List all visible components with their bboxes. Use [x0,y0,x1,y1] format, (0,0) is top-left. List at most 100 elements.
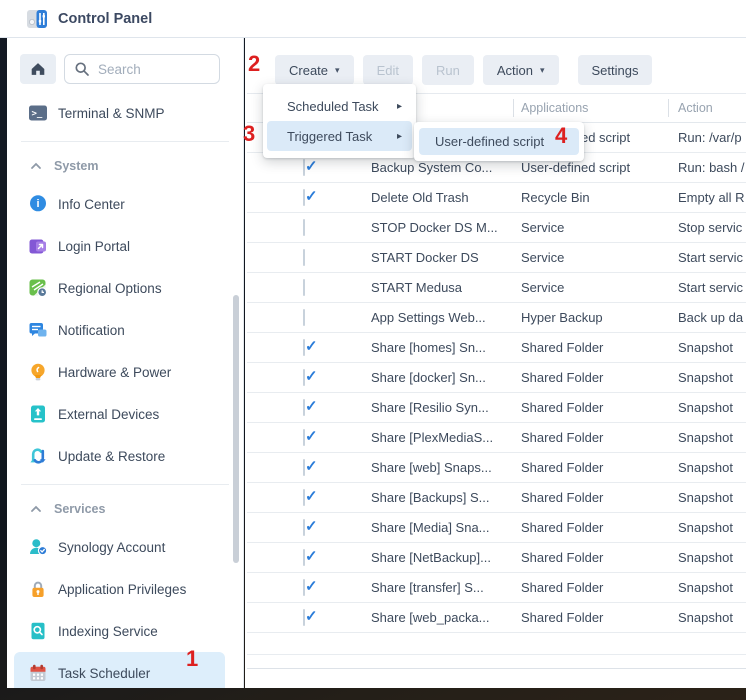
row-checkbox[interactable] [303,279,305,296]
task-name-cell: Share [docker] Sn... [347,370,513,385]
settings-button[interactable]: Settings [578,55,653,85]
table-row[interactable]: ✓ Share [Resilio Syn... Shared Folder Sn… [247,393,746,423]
task-action-cell: Snapshot [668,490,746,505]
row-checkbox[interactable]: ✓ [303,339,305,356]
task-app-cell: Shared Folder [513,490,668,505]
task-app-cell: User-defined script [513,160,668,175]
table-row[interactable]: ✓ Share [web] Snaps... Shared Folder Sna… [247,453,746,483]
task-app-cell: Service [513,250,668,265]
column-header-action[interactable]: Action [668,94,746,122]
sidebar-item-regional-options[interactable]: Regional Options [14,267,225,309]
task-action-cell: Snapshot [668,430,746,445]
sidebar-item-terminal-snmp[interactable]: >_ Terminal & SNMP [14,92,225,134]
table-row[interactable]: ✓ Share [docker] Sn... Shared Folder Sna… [247,363,746,393]
task-app-cell: Shared Folder [513,340,668,355]
row-checkbox[interactable]: ✓ [303,579,305,596]
column-header-applications[interactable]: Applications [513,94,668,122]
task-app-cell: Shared Folder [513,550,668,565]
sidebar-item-external-devices[interactable]: External Devices [14,393,225,435]
home-button[interactable] [20,54,56,84]
row-checkbox[interactable]: ✓ [303,189,305,206]
sidebar: >_ Terminal & SNMP System i Info Center … [7,38,244,688]
task-name-cell: Share [NetBackup]... [347,550,513,565]
caret-down-icon: ▾ [335,65,340,76]
check-icon: ✓ [305,517,318,535]
action-button[interactable]: Action ▾ [483,55,559,85]
sidebar-scrollbar-thumb[interactable] [233,295,239,563]
sidebar-item-label: Update & Restore [58,449,165,464]
table-row[interactable]: ✓ Share [Media] Sna... Shared Folder Sna… [247,513,746,543]
sidebar-item-login-portal[interactable]: Login Portal [14,225,225,267]
table-row[interactable]: ✓ Share [Backups] S... Shared Folder Sna… [247,483,746,513]
row-checkbox[interactable]: ✓ [303,159,305,176]
table-row[interactable]: ✓ Share [NetBackup]... Shared Folder Sna… [247,543,746,573]
task-table-body: ✓ User-defined script Run: /var/p ✓ Back… [247,123,746,633]
task-name-cell: Backup System Co... [347,160,513,175]
check-icon: ✓ [305,427,318,445]
table-row[interactable]: App Settings Web... Hyper Backup Back up… [247,303,746,333]
menu-item-label: Triggered Task [287,129,372,144]
sidebar-item-synology-account[interactable]: Synology Account [14,526,225,568]
task-action-cell: Snapshot [668,520,746,535]
check-icon: ✓ [305,577,318,595]
table-row[interactable]: ✓ Share [homes] Sn... Shared Folder Snap… [247,333,746,363]
sidebar-section-system[interactable]: System [7,149,243,183]
search-input[interactable] [96,61,210,78]
sidebar-item-label: Notification [58,323,125,338]
table-row[interactable]: ✓ Delete Old Trash Recycle Bin Empty all… [247,183,746,213]
sidebar-item-label: Hardware & Power [58,365,171,380]
row-checkbox[interactable]: ✓ [303,609,305,626]
table-row[interactable]: ✓ Share [web_packa... Shared Folder Snap… [247,603,746,633]
menu-item-label: User-defined script [435,134,544,149]
section-label: System [54,159,98,173]
task-action-cell: Snapshot [668,460,746,475]
row-checkbox[interactable] [303,219,305,236]
row-checkbox[interactable]: ✓ [303,399,305,416]
task-app-cell: Shared Folder [513,400,668,415]
row-checkbox[interactable]: ✓ [303,369,305,386]
sidebar-item-label: Synology Account [58,540,165,555]
table-row[interactable]: ✓ Share [transfer] S... Shared Folder Sn… [247,573,746,603]
sidebar-item-update-restore[interactable]: Update & Restore [14,435,225,477]
task-action-cell: Empty all R [668,190,746,205]
lightbulb-icon [28,362,48,382]
sidebar-item-application-privileges[interactable]: Application Privileges [14,568,225,610]
step-annotation-2: 2 [248,53,260,75]
task-app-cell: Service [513,220,668,235]
account-icon [28,537,48,557]
row-checkbox[interactable] [303,249,305,266]
table-row[interactable]: STOP Docker DS M... Service Stop servic [247,213,746,243]
table-row[interactable]: START Docker DS Service Start servic [247,243,746,273]
sidebar-item-notification[interactable]: Notification [14,309,225,351]
create-button[interactable]: Create ▾ [275,55,354,85]
sidebar-item-hardware-power[interactable]: Hardware & Power [14,351,225,393]
search-box[interactable] [64,54,220,84]
menu-item-scheduled-task[interactable]: Scheduled Task ▸ [267,91,412,121]
row-checkbox[interactable]: ✓ [303,489,305,506]
empty-row [247,655,746,669]
task-name-cell: App Settings Web... [347,310,513,325]
caret-down-icon: ▾ [540,65,545,76]
settings-button-label: Settings [592,63,639,78]
sidebar-item-label: Terminal & SNMP [58,106,165,121]
empty-row [247,633,746,655]
create-dropdown-menu: Scheduled Task ▸ Triggered Task ▸ [263,84,416,158]
sidebar-section-services[interactable]: Services [7,492,243,526]
menu-item-triggered-task[interactable]: Triggered Task ▸ [267,121,412,151]
row-checkbox[interactable] [303,309,305,326]
sidebar-item-info-center[interactable]: i Info Center [14,183,225,225]
task-app-cell: Shared Folder [513,610,668,625]
control-panel-app-icon [26,8,48,30]
task-action-cell: Snapshot [668,370,746,385]
table-row[interactable]: START Medusa Service Start servic [247,273,746,303]
run-button[interactable]: Run [422,55,474,85]
task-name-cell: STOP Docker DS M... [347,220,513,235]
row-checkbox[interactable]: ✓ [303,459,305,476]
table-row[interactable]: ✓ Share [PlexMediaS... Shared Folder Sna… [247,423,746,453]
row-checkbox[interactable]: ✓ [303,549,305,566]
row-checkbox[interactable]: ✓ [303,429,305,446]
edit-button[interactable]: Edit [363,55,413,85]
task-name-cell: Delete Old Trash [347,190,513,205]
task-app-cell: Shared Folder [513,460,668,475]
row-checkbox[interactable]: ✓ [303,519,305,536]
